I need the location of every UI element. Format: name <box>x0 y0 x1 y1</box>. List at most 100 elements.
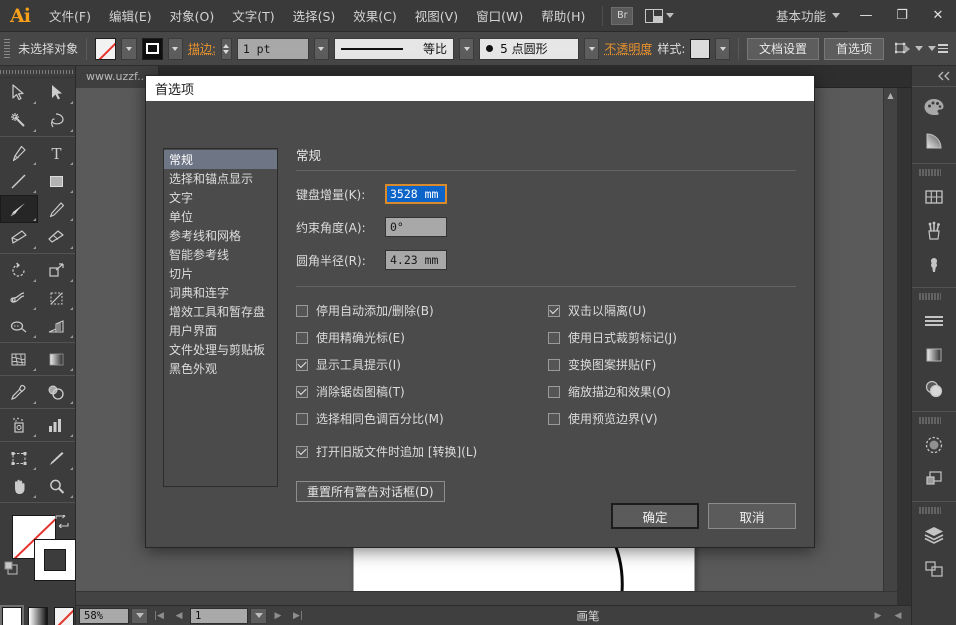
maximize-button[interactable]: ❐ <box>884 0 920 32</box>
previous-artboard-button[interactable]: ◀ <box>170 608 188 624</box>
panel-group-grip[interactable] <box>919 292 941 301</box>
close-button[interactable]: ✕ <box>920 0 956 32</box>
menu-help[interactable]: 帮助(H) <box>532 2 594 29</box>
arrange-documents-button[interactable] <box>645 8 675 23</box>
tool-line-segment[interactable] <box>0 167 38 195</box>
checkbox-use-japanese-crop-marks[interactable] <box>548 331 560 344</box>
option-scale-strokes-effects[interactable]: 缩放描边和效果(O) <box>548 378 796 405</box>
opacity-label[interactable]: 不透明度 <box>604 40 652 57</box>
zoom-dropdown-button[interactable] <box>131 607 148 624</box>
tool-artboard[interactable] <box>0 444 38 472</box>
checkbox-use-precise-cursors[interactable] <box>296 331 308 344</box>
tool-rectangle[interactable] <box>38 167 76 195</box>
status-scroll-right-button[interactable]: ▶ <box>869 608 887 624</box>
tool-magic-wand[interactable] <box>0 106 38 134</box>
checkbox-append-converted-legacy[interactable] <box>296 445 308 458</box>
stroke-color-swatch[interactable] <box>34 539 76 581</box>
menu-edit[interactable]: 编辑(E) <box>100 2 161 29</box>
stroke-label[interactable]: 描边: <box>188 40 216 57</box>
stroke-weight-input[interactable]: 1 pt <box>236 37 309 60</box>
cancel-button[interactable]: 取消 <box>708 503 796 529</box>
expand-panels-button[interactable] <box>912 66 956 86</box>
panel-icon-appearance[interactable] <box>912 428 956 462</box>
artboard-dropdown-button[interactable] <box>250 607 267 624</box>
preferences-button[interactable]: 首选项 <box>824 37 885 60</box>
panel-icon-gradient[interactable] <box>912 338 956 372</box>
document-setup-button[interactable]: 文档设置 <box>747 37 820 60</box>
checkbox-select-same-tint[interactable] <box>296 412 308 425</box>
variable-width-profile[interactable]: 等比 <box>334 37 454 60</box>
brush-definition[interactable]: 5 点圆形 <box>479 37 580 60</box>
reset-all-warning-dialogs-button[interactable]: 重置所有警告对话框(D) <box>296 481 445 502</box>
category-user-interface[interactable]: 用户界面 <box>164 321 277 340</box>
profile-dropdown[interactable] <box>459 37 475 60</box>
checkbox-disable-auto-add-delete[interactable] <box>296 304 308 317</box>
fill-dropdown-button[interactable] <box>121 37 137 60</box>
tool-rotate[interactable] <box>0 256 38 284</box>
option-disable-auto-add-delete[interactable]: 停用自动添加/删除(B) <box>296 297 548 324</box>
tool-mesh[interactable] <box>0 345 38 373</box>
tool-eyedropper[interactable] <box>0 378 38 406</box>
ok-button[interactable]: 确定 <box>611 503 699 529</box>
tool-column-graph[interactable] <box>38 411 76 439</box>
panel-icon-graphic-styles[interactable] <box>912 462 956 496</box>
option-append-converted-legacy[interactable]: 打开旧版文件时追加 [转换](L) <box>296 438 548 465</box>
tool-scale[interactable] <box>38 256 76 284</box>
workspace-switcher[interactable]: 基本功能 <box>776 6 848 25</box>
tool-perspective-grid[interactable] <box>38 312 76 340</box>
panel-group-grip[interactable] <box>919 506 941 515</box>
constrain-angle-input[interactable]: 0° <box>385 217 447 237</box>
artboard-number-input[interactable]: 1 <box>190 607 248 624</box>
preferences-category-list[interactable]: 常规 选择和锚点显示 文字 单位 参考线和网格 智能参考线 切片 词典和连字 增… <box>163 148 278 487</box>
tool-hand[interactable] <box>0 472 38 500</box>
category-slices[interactable]: 切片 <box>164 264 277 283</box>
align-options-button[interactable] <box>895 41 924 56</box>
current-tool-status[interactable]: 画笔 <box>309 607 867 624</box>
tool-selection[interactable] <box>0 78 38 106</box>
color-mode-gradient[interactable] <box>27 607 48 625</box>
panel-group-grip[interactable] <box>919 416 941 425</box>
menu-select[interactable]: 选择(S) <box>284 2 345 29</box>
category-general[interactable]: 常规 <box>164 150 277 169</box>
tool-symbol-sprayer[interactable] <box>0 411 38 439</box>
category-selection-anchor-display[interactable]: 选择和锚点显示 <box>164 169 277 188</box>
zoom-level-input[interactable]: 58% <box>79 607 129 624</box>
stroke-weight-dropdown[interactable] <box>313 37 329 60</box>
panel-icon-symbols[interactable] <box>912 248 956 282</box>
menu-effect[interactable]: 效果(C) <box>344 2 405 29</box>
tool-lasso[interactable] <box>38 106 76 134</box>
tool-pen[interactable] <box>0 139 38 167</box>
tool-free-transform[interactable] <box>38 284 76 312</box>
checkbox-double-click-to-isolate[interactable] <box>548 304 560 317</box>
checkbox-show-tool-tips[interactable] <box>296 358 308 371</box>
menu-file[interactable]: 文件(F) <box>40 2 100 29</box>
checkbox-use-preview-bounds[interactable] <box>548 412 560 425</box>
menu-type[interactable]: 文字(T) <box>223 2 283 29</box>
tool-direct-selection[interactable] <box>38 78 76 106</box>
category-units[interactable]: 单位 <box>164 207 277 226</box>
control-panel-menu-button[interactable] <box>928 44 949 53</box>
category-file-handling-clipboard[interactable]: 文件处理与剪贴板 <box>164 340 277 359</box>
stroke-dropdown-button[interactable] <box>167 37 183 60</box>
panel-icon-layers[interactable] <box>912 518 956 552</box>
color-mode-none[interactable] <box>53 607 74 625</box>
option-use-japanese-crop-marks[interactable]: 使用日式裁剪标记(J) <box>548 324 796 351</box>
panel-icon-artboards[interactable] <box>912 552 956 586</box>
menu-window[interactable]: 窗口(W) <box>467 2 532 29</box>
horizontal-scrollbar[interactable] <box>76 591 897 605</box>
category-smart-guides[interactable]: 智能参考线 <box>164 245 277 264</box>
status-scroll-left-button[interactable]: ◀ <box>889 608 907 624</box>
option-use-preview-bounds[interactable]: 使用预览边界(V) <box>548 405 796 432</box>
panel-grip-icon[interactable] <box>4 38 11 59</box>
bridge-icon[interactable]: Br <box>611 6 634 25</box>
tool-blob-brush[interactable] <box>0 223 38 251</box>
next-artboard-button[interactable]: ▶ <box>269 608 287 624</box>
menu-object[interactable]: 对象(O) <box>161 2 224 29</box>
option-anti-aliased-artwork[interactable]: 消除锯齿图稿(T) <box>296 378 548 405</box>
option-show-tool-tips[interactable]: 显示工具提示(I) <box>296 351 548 378</box>
menu-view[interactable]: 视图(V) <box>406 2 467 29</box>
tool-width[interactable] <box>0 284 38 312</box>
keyboard-increment-input[interactable]: 3528 mm <box>385 184 447 204</box>
color-mode-solid[interactable] <box>1 607 22 625</box>
tool-gradient[interactable] <box>38 345 76 373</box>
